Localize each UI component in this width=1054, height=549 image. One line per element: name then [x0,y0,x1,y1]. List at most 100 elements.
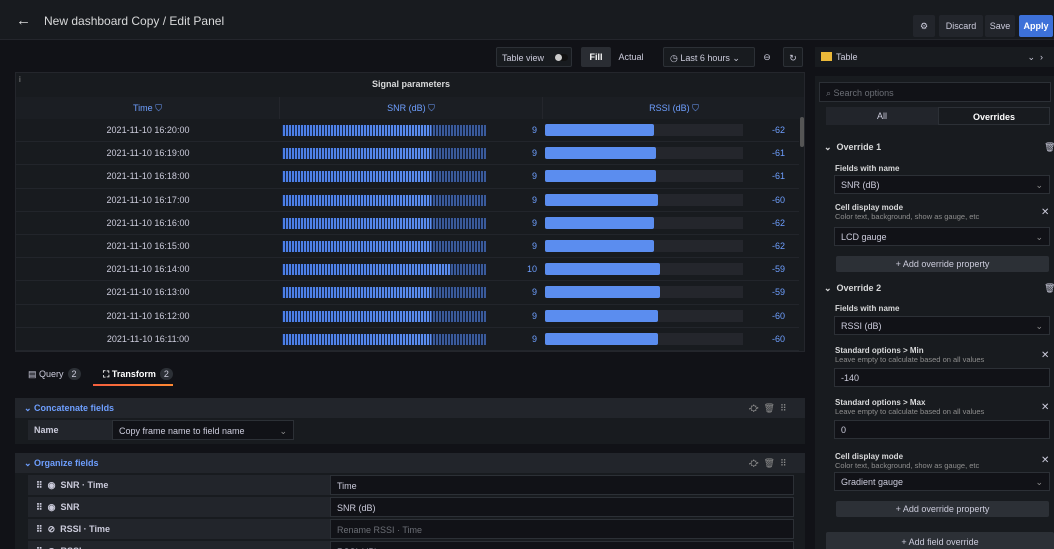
rssi-gauge-fill [545,147,656,160]
scrollbar[interactable] [800,117,804,147]
snr-gauge-fill [282,310,431,322]
remove-property-icon[interactable]: ✕ [1041,207,1049,218]
time-cell: 2021-11-10 16:11:00 [106,333,190,344]
override-1-header[interactable]: ⌄ Override 1 [824,142,881,153]
snr-lcd-gauge [282,125,486,136]
override-2-display-mode-select[interactable]: Gradient gauge ⌄ [834,472,1050,491]
remove-property-icon[interactable]: ✕ [1041,350,1049,361]
tab-label: Query [39,369,64,379]
save-button[interactable]: Save [985,15,1015,37]
organize-field-row[interactable]: ⠿ ◉ SNR [28,497,330,517]
snr-lcd-gauge [282,264,486,276]
snr-value: 9 [531,125,537,135]
fields-with-name-label: Fields with name [835,304,900,313]
back-arrow-icon[interactable]: ← [16,12,31,29]
drag-handle-icon[interactable]: ⠿ [36,480,43,490]
rename-field-input[interactable]: Rename RSSI · Time [330,519,794,539]
chevron-down-icon: ⌄ [24,403,35,413]
drag-handle-icon[interactable]: ⠿ [780,458,787,468]
override-2-header[interactable]: ⌄ Override 2 [824,283,881,294]
organize-fields-header[interactable]: ⌄ Organize fields [15,453,805,473]
organize-field-row[interactable]: ⠿ ◉ SNR · Time [28,475,330,495]
trash-icon[interactable]: 🗑 [763,403,774,413]
rename-field-input[interactable]: SNR (dB) [330,497,794,517]
filter-icon[interactable]: ⛉ [155,103,162,113]
min-input[interactable]: -140 [834,368,1050,387]
column-header-time[interactable]: Time ⛉ [16,97,280,119]
max-input[interactable]: 0 [834,420,1050,439]
name-select[interactable]: Copy frame name to field name ⌄ [112,420,294,440]
debug-icon[interactable]: ⛮ [749,403,758,413]
tab-transform[interactable]: ⛶ Transform 2 [103,368,173,380]
database-icon: ▤ [28,369,40,379]
debug-icon[interactable]: ⛮ [749,458,758,468]
table-row: 2021-11-10 16:18:00 9 -61 [16,165,799,189]
apply-button[interactable]: Apply [1019,15,1053,37]
tab-label: Transform [111,369,156,379]
organize-field-row[interactable]: ⠿ ◉ RSSI [28,541,330,549]
select-value: Gradient gauge [841,477,904,487]
chevron-down-icon: ⌄ [1035,321,1043,331]
time-cell: 2021-11-10 16:19:00 [106,148,190,159]
snr-lcd-gauge [282,333,486,345]
refresh-icon[interactable]: ↻ [783,47,803,67]
time-cell: 2021-11-10 16:13:00 [106,287,190,298]
section-title: Organize fields [34,458,99,468]
drag-handle-icon[interactable]: ⠿ [780,403,787,413]
field-name: RSSI · Time [60,524,111,534]
snr-lcd-gauge [282,217,486,229]
search-options-input[interactable]: ⌕ Search options [819,82,1051,102]
snr-gauge-fill [282,333,431,345]
table-viz-icon [821,52,832,61]
tab-all[interactable]: All [826,107,938,125]
override-1-display-mode-select[interactable]: LCD gauge ⌄ [834,227,1050,246]
rename-field-input[interactable]: RSSI (dB) [330,541,794,549]
rssi-gauge-fill [545,240,654,252]
add-override-property-button[interactable]: + Add override property [836,501,1049,517]
snr-gauge-fill [282,217,431,229]
rssi-gradient-gauge [545,263,743,276]
tab-query[interactable]: ▤ Query 2 [28,368,81,380]
rename-field-input[interactable]: Time [330,475,794,495]
settings-gear-icon[interactable]: ⚙ [913,15,935,37]
table-row: 2021-11-10 16:17:00 9 -60 [16,189,799,212]
column-header-snr[interactable]: SNR (dB) ⛉ [280,97,543,119]
column-header-label: Time [133,103,153,113]
add-field-override-button[interactable]: + Add field override [826,532,1054,549]
select-value: RSSI (dB) [841,321,882,331]
select-value: SNR (dB) [841,180,880,190]
override-2-field-select[interactable]: RSSI (dB) ⌄ [834,316,1050,335]
time-cell: 2021-11-10 16:12:00 [106,310,190,321]
eye-slash-icon[interactable]: ⊘ [48,524,56,534]
drag-handle-icon[interactable]: ⠿ [36,524,43,534]
remove-property-icon[interactable]: ✕ [1041,402,1049,413]
trash-icon[interactable]: 🗑 [1044,142,1054,153]
toggle-switch[interactable] [555,54,568,61]
trash-icon[interactable]: 🗑 [1044,283,1054,294]
time-range-picker[interactable]: ◷ Last 6 hours ⌄ [663,47,755,67]
discard-button[interactable]: Discard [939,15,983,37]
zoom-out-icon[interactable]: ⊖ [758,47,776,67]
filter-icon[interactable]: ⛉ [692,103,699,113]
override-1-field-select[interactable]: SNR (dB) ⌄ [834,175,1050,194]
actual-button[interactable]: Actual [611,47,651,67]
tab-overrides[interactable]: Overrides [938,107,1050,125]
eye-icon[interactable]: ◉ [48,480,56,490]
add-override-property-button[interactable]: + Add override property [836,256,1049,272]
time-cell: 2021-11-10 16:16:00 [106,217,190,228]
remove-property-icon[interactable]: ✕ [1041,455,1049,466]
table-view-toggle[interactable]: Table view [496,47,572,67]
column-header-rssi[interactable]: RSSI (dB) ⛉ [543,97,804,119]
visualization-picker[interactable]: Table ⌄ › [815,47,1054,67]
drag-handle-icon[interactable]: ⠿ [36,502,43,512]
trash-icon[interactable]: 🗑 [763,458,774,468]
chevron-down-icon: ⌄ [1035,232,1043,242]
fill-button[interactable]: Fill [581,47,611,67]
select-value: LCD gauge [841,232,887,242]
organize-field-row[interactable]: ⠿ ⊘ RSSI · Time [28,519,330,539]
filter-icon[interactable]: ⛉ [428,103,435,113]
snr-lcd-gauge [282,171,486,183]
rssi-gauge-fill [545,170,656,183]
concatenate-fields-header[interactable]: ⌄ Concatenate fields [15,398,805,418]
eye-icon[interactable]: ◉ [48,502,56,512]
